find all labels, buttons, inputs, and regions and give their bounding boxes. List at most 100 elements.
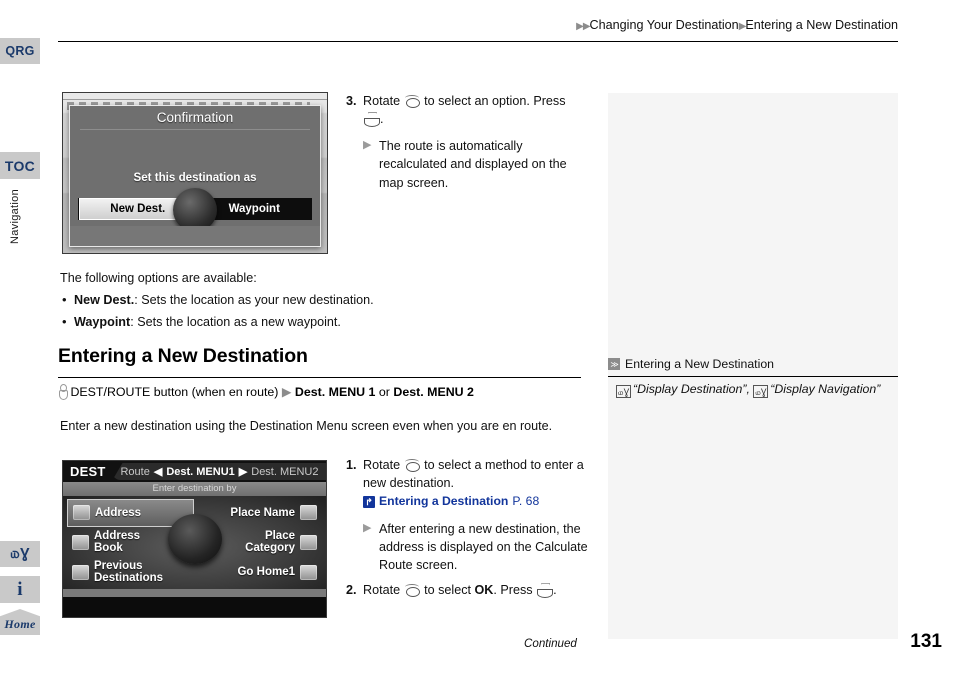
dest-menu-header: DEST Route ◀ Dest. MENU1 ▶ Dest. MENU2 [63, 461, 326, 482]
step-1-text: Rotate to select a method to enter a new… [363, 456, 591, 511]
voice-command-separator: , [746, 382, 750, 396]
dest-item-previous-destinations[interactable]: Previous Destinations [67, 558, 194, 586]
dest-menu-subtitle: Enter destination by [63, 482, 326, 496]
step-2-ok: OK [474, 583, 494, 598]
step-3-text-b: to select an option. [424, 94, 530, 108]
section-intro: Enter a new destination using the Destin… [60, 419, 553, 433]
option-term-waypoint: Waypoint [74, 315, 131, 330]
screenshot-dest-menu: DEST Route ◀ Dest. MENU1 ▶ Dest. MENU2 E… [62, 460, 327, 618]
step-3-text: Rotate to select an option. Press . [363, 92, 586, 128]
option-desc-waypoint: : Sets the location as a new waypoint. [130, 315, 341, 330]
sidebar-tab-qrg[interactable]: QRG [0, 38, 40, 64]
sidebar-icon-home[interactable]: Home [0, 609, 40, 635]
press-knob-icon [363, 112, 380, 128]
home-icon: Home [0, 609, 40, 635]
sidebar-tab-navigation-label: Navigation [8, 188, 21, 244]
rotate-knob-icon [404, 583, 421, 598]
voice-command-1: “Display Destination” [633, 382, 747, 396]
step-1: 1. Rotate to select a method to enter a … [346, 456, 591, 511]
cross-reference-link[interactable]: ↱ Entering a Destination P. 68 [363, 493, 591, 511]
sidebar-tab-toc-label: TOC [4, 157, 36, 174]
arrow-right-icon[interactable]: ▶ [239, 465, 247, 478]
place-name-icon [300, 505, 317, 521]
confirmation-dialog: Confirmation Set this destination as New… [69, 105, 321, 247]
arrow-left-icon[interactable]: ◀ [154, 465, 162, 478]
steps-top: 3. Rotate to select an option. Press . ▶… [346, 92, 586, 199]
option-term-new-dest: New Dest. [74, 293, 135, 307]
tab-dest-menu2[interactable]: Dest. MENU2 [251, 466, 318, 478]
side-note-divider [608, 376, 898, 377]
breadcrumb-segment-1: Changing Your Destination [589, 18, 739, 32]
step-3-text-d: . [380, 112, 384, 127]
cross-reference-label: Entering a Destination [379, 494, 509, 509]
home-icon-label: Home [4, 617, 36, 631]
dest-menu-grid: Address Place Name Address Book Place Ca… [63, 496, 326, 589]
go-home-icon [300, 564, 317, 580]
dest-menu-footer-strip [63, 589, 326, 617]
tab-route[interactable]: Route [120, 466, 149, 478]
side-note-header: ≫ Entering a New Destination [608, 357, 898, 371]
tab-dest-menu1[interactable]: Dest. MENU1 [166, 466, 234, 478]
section-path-menu1: Dest. MENU 1 [294, 385, 376, 399]
page-title: Entering a New Destination [58, 345, 308, 367]
section-path-or: or [378, 385, 390, 399]
step-3-number: 3. [346, 94, 357, 108]
rotate-knob-icon [404, 458, 421, 472]
sidebar-tab-toc[interactable]: TOC [0, 152, 40, 179]
dest-item-go-home[interactable]: Go Home1 [196, 558, 323, 586]
step-3-result: ▶ The route is automatically recalculate… [346, 137, 586, 191]
manual-page: QRG TOC Navigation ௰Ɣ i Home ▶▶Changing … [0, 0, 954, 674]
section-divider [58, 377, 581, 378]
step-3-result-text: The route is automatically recalculated … [379, 139, 567, 190]
rotate-knob-icon [404, 94, 421, 108]
list-item: Waypoint: Sets the location as a new way… [60, 313, 400, 331]
continued-label: Continued [524, 637, 577, 650]
step-2: 2. Rotate to select OK. Press . [346, 581, 591, 599]
options-list: New Dest.: Sets the location as your new… [60, 291, 400, 337]
section-path-arrow-icon: ▶ [281, 385, 292, 399]
result-arrow-icon: ▶ [363, 139, 372, 152]
place-category-icon [300, 534, 317, 550]
screenshot-confirmation-dialog: Confirmation Set this destination as New… [62, 92, 328, 254]
voice-command-2: “Display Navigation” [770, 382, 881, 396]
dest-item-place-category-label: Place Category [245, 530, 295, 555]
side-note-title: Entering a New Destination [625, 357, 775, 371]
sidebar-icon-voice-command[interactable]: ௰Ɣ [0, 541, 40, 567]
side-note-arrow-icon: ≫ [608, 358, 620, 370]
sidebar-tab-navigation[interactable]: Navigation [0, 179, 29, 253]
dest-menu-label: DEST [70, 464, 106, 479]
sidebar-icon-information[interactable]: i [0, 576, 40, 603]
address-icon [73, 505, 90, 521]
dest-item-previous-destinations-label: Previous Destinations [94, 559, 164, 585]
hard-button-icon [58, 384, 68, 400]
sidebar-tab-qrg-label: QRG [5, 44, 35, 58]
side-note-body: ௰Ɣ “Display Destination”, ௰Ɣ “Display Navi… [616, 381, 891, 398]
step-2-text: Rotate to select OK. Press . [363, 581, 591, 599]
step-1-result: ▶ After entering a new destination, the … [346, 520, 591, 574]
dialog-footer-strip [70, 226, 320, 246]
header-divider [58, 41, 898, 42]
voice-command-icon: ௰Ɣ [616, 385, 631, 398]
voice-command-icon: ௰Ɣ [10, 544, 30, 562]
step-1-text-a: Rotate [363, 458, 401, 472]
step-2-number: 2. [346, 583, 357, 598]
voice-command-icon: ௰Ɣ [753, 385, 769, 398]
rotary-knob-icon[interactable] [167, 513, 222, 564]
step-2-text-d: . [553, 583, 557, 598]
previous-destinations-icon [72, 564, 89, 580]
step-1-result-text: After entering a new destination, the ad… [379, 521, 588, 573]
dest-item-address-label: Address [95, 506, 142, 519]
step-2-text-c: . Press [493, 583, 533, 598]
step-2-text-b: to select [424, 583, 472, 598]
options-intro: The following options are available: [60, 271, 257, 285]
result-arrow-icon: ▶ [363, 521, 372, 534]
info-icon: i [17, 579, 23, 600]
dest-item-address-book-label: Address Book [94, 530, 141, 555]
press-knob-icon [536, 583, 554, 599]
breadcrumb-arrow-icon-1: ▶▶ [576, 21, 590, 32]
option-desc-new-dest: : Sets the location as your new destinat… [134, 293, 374, 307]
breadcrumb-segment-2: Entering a New Destination [745, 18, 898, 32]
step-3-text-c: Press [533, 94, 566, 108]
section-path: DEST/ROUTE button (when en route) ▶ Dest… [58, 384, 474, 400]
list-item: New Dest.: Sets the location as your new… [60, 291, 400, 309]
